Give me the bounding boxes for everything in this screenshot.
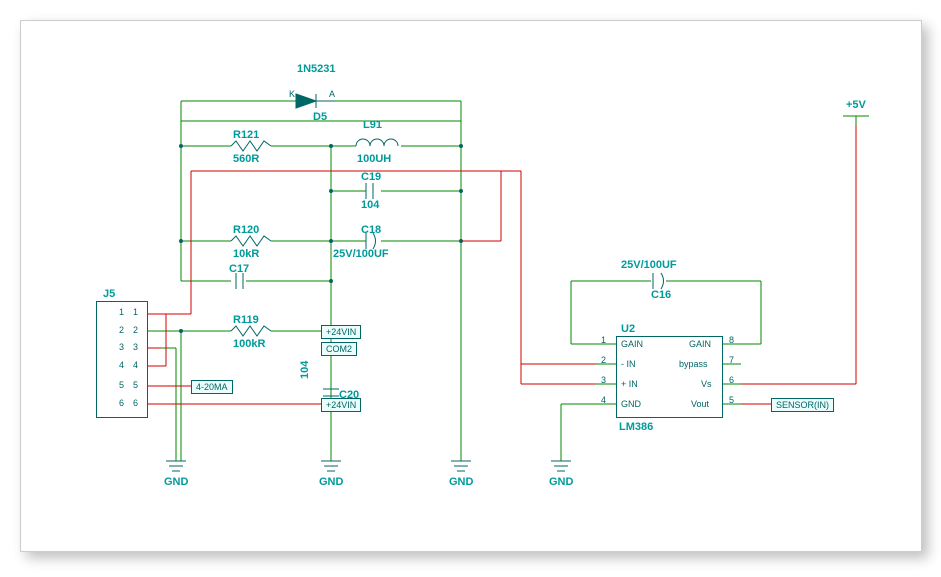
c20-val: 104 bbox=[299, 361, 311, 379]
u2-pin1n: 1 bbox=[601, 335, 606, 345]
u2-pin3n: 3 bbox=[601, 375, 606, 385]
gnd2: GND bbox=[319, 476, 343, 488]
vcc-label: +5V bbox=[846, 99, 866, 111]
c19-val: 104 bbox=[361, 199, 379, 211]
u2-pin4n: 4 bbox=[601, 395, 606, 405]
net-24vin-1: +24VIN bbox=[321, 325, 361, 339]
j5-p2-outer: 2 bbox=[119, 325, 124, 335]
net-com2: COM2 bbox=[321, 342, 357, 356]
c18-val: 25V/100UF bbox=[333, 248, 389, 260]
j5-p2: 2 bbox=[133, 325, 138, 335]
u2-pin5: Vout bbox=[691, 399, 709, 409]
u2-pin5n: 5 bbox=[729, 395, 734, 405]
u2-pin6: Vs bbox=[701, 379, 712, 389]
gnd1: GND bbox=[164, 476, 188, 488]
u2-pin8: GAIN bbox=[689, 339, 711, 349]
u2-part: LM386 bbox=[619, 421, 653, 433]
j5-p5-outer: 5 bbox=[119, 380, 124, 390]
u2-pin1: GAIN bbox=[621, 339, 643, 349]
j5-p1: 1 bbox=[133, 307, 138, 317]
u2-pin7: bypass bbox=[679, 359, 708, 369]
c19-ref: C19 bbox=[361, 171, 381, 183]
u2-pin2: - IN bbox=[621, 359, 636, 369]
j5-p3: 3 bbox=[133, 342, 138, 352]
schematic-canvas: 1N5231 K A D5 R121 560R L91 100UH C19 10… bbox=[61, 41, 881, 531]
c18-ref: C18 bbox=[361, 224, 381, 236]
c16-val: 25V/100UF bbox=[621, 259, 677, 271]
diode-part: 1N5231 bbox=[297, 63, 336, 75]
u2-pin2n: 2 bbox=[601, 355, 606, 365]
r121-ref: R121 bbox=[233, 129, 259, 141]
wiring-svg bbox=[61, 41, 881, 531]
r120-ref: R120 bbox=[233, 224, 259, 236]
j5-ref: J5 bbox=[103, 288, 115, 300]
schematic-frame: 1N5231 K A D5 R121 560R L91 100UH C19 10… bbox=[20, 20, 922, 552]
net-420ma: 4-20MA bbox=[191, 380, 233, 394]
gnd3: GND bbox=[449, 476, 473, 488]
net-24vin-2: +24VIN bbox=[321, 398, 361, 412]
u2-pin8n: 8 bbox=[729, 335, 734, 345]
u2-ref: U2 bbox=[621, 323, 635, 335]
diode-ref: D5 bbox=[313, 111, 327, 123]
u2-pin6n: 6 bbox=[729, 375, 734, 385]
j5-p6: 6 bbox=[133, 398, 138, 408]
j5-p6-outer: 6 bbox=[119, 398, 124, 408]
diode-k: K bbox=[289, 89, 295, 99]
r119-ref: R119 bbox=[233, 314, 259, 326]
c17-ref: C17 bbox=[229, 263, 249, 275]
u2-pin4: GND bbox=[621, 399, 641, 409]
u2-pin3: + IN bbox=[621, 379, 638, 389]
gnd4: GND bbox=[549, 476, 573, 488]
l91-val: 100UH bbox=[357, 153, 391, 165]
j5-p1-outer: 1 bbox=[119, 307, 124, 317]
r121-val: 560R bbox=[233, 153, 259, 165]
j5-p3-outer: 3 bbox=[119, 342, 124, 352]
c16-ref: C16 bbox=[651, 289, 671, 301]
j5-p4-outer: 4 bbox=[119, 360, 124, 370]
u2-pin7n: 7 bbox=[729, 355, 734, 365]
j5-p4: 4 bbox=[133, 360, 138, 370]
l91-ref: L91 bbox=[363, 119, 382, 131]
j5-p5: 5 bbox=[133, 380, 138, 390]
diode-a: A bbox=[329, 89, 335, 99]
r119-val: 100kR bbox=[233, 338, 265, 350]
net-sensorin: SENSOR(IN) bbox=[771, 398, 834, 412]
r120-val: 10kR bbox=[233, 248, 259, 260]
